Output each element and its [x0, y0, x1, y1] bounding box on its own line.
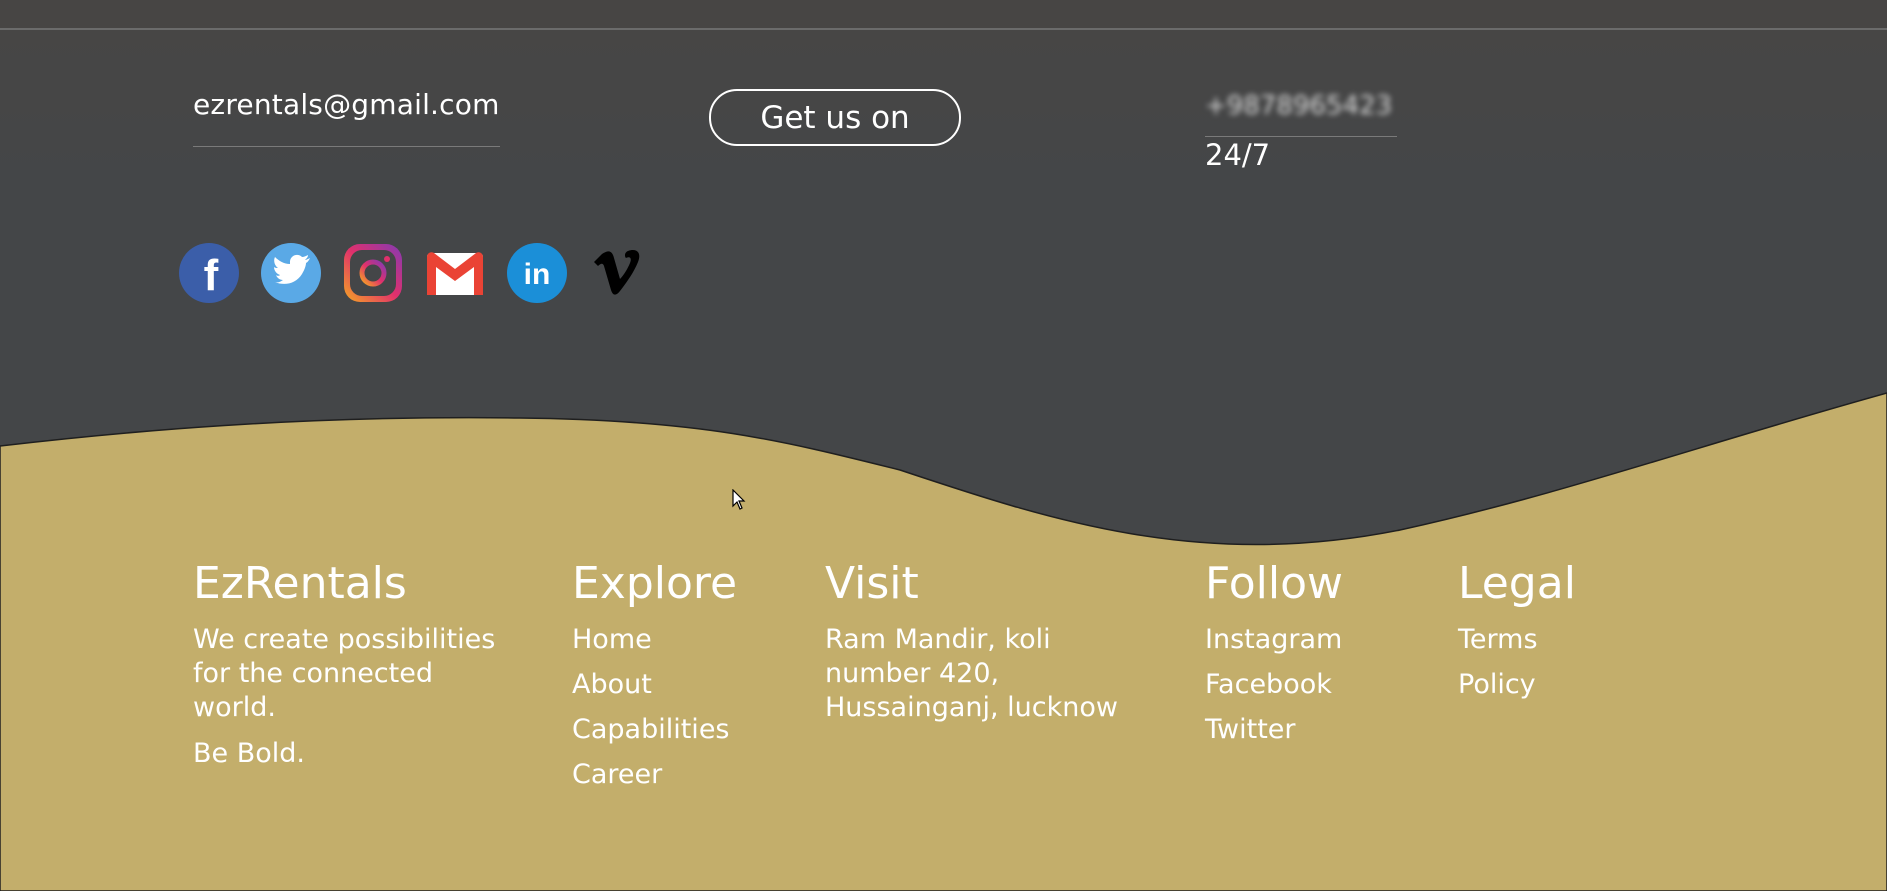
- explore-title: Explore: [572, 558, 738, 609]
- linkedin-icon[interactable]: in: [506, 242, 568, 304]
- instagram-icon[interactable]: [342, 242, 404, 304]
- follow-link-instagram[interactable]: Instagram: [1205, 624, 1342, 655]
- svg-text:in: in: [524, 258, 551, 291]
- brand-motto: Be Bold.: [193, 738, 305, 769]
- footer-page: ezrentals@gmail.com Get us on +987896542…: [0, 0, 1887, 891]
- social-icons: f in: [178, 242, 650, 304]
- brand-title: EzRentals: [193, 558, 407, 609]
- twitter-icon[interactable]: [260, 242, 322, 304]
- get-us-on-button[interactable]: Get us on: [709, 89, 961, 146]
- visit-title: Visit: [825, 558, 919, 609]
- vimeo-icon[interactable]: [588, 242, 650, 304]
- email-address[interactable]: ezrentals@gmail.com: [193, 88, 500, 121]
- brand-tagline-line-2: for the connected: [193, 658, 433, 689]
- visit-address-line-1: Ram Mandir, koli: [825, 624, 1051, 655]
- brand-tagline-line-1: We create possibilities: [193, 624, 496, 655]
- facebook-icon[interactable]: f: [178, 242, 240, 304]
- explore-link-capabilities[interactable]: Capabilities: [572, 714, 730, 745]
- legal-title: Legal: [1458, 558, 1576, 609]
- gmail-icon[interactable]: [424, 242, 486, 304]
- brand-tagline-line-3: world.: [193, 692, 276, 723]
- follow-link-facebook[interactable]: Facebook: [1205, 669, 1332, 700]
- explore-link-home[interactable]: Home: [572, 624, 652, 655]
- legal-link-terms[interactable]: Terms: [1458, 624, 1538, 655]
- follow-link-twitter[interactable]: Twitter: [1205, 714, 1296, 745]
- hours-text: 24/7: [1205, 138, 1271, 172]
- visit-address-line-3: Hussainganj, lucknow: [825, 692, 1118, 723]
- svg-text:f: f: [204, 251, 219, 300]
- follow-title: Follow: [1205, 558, 1344, 609]
- phone-underline: [1205, 136, 1397, 137]
- email-underline: [193, 146, 500, 147]
- legal-link-policy[interactable]: Policy: [1458, 669, 1536, 700]
- explore-link-about[interactable]: About: [572, 669, 652, 700]
- explore-link-career[interactable]: Career: [572, 759, 662, 790]
- phone-number[interactable]: +9878965423: [1205, 91, 1392, 121]
- visit-address-line-2: number 420,: [825, 658, 1000, 689]
- mouse-cursor-icon: [732, 489, 746, 510]
